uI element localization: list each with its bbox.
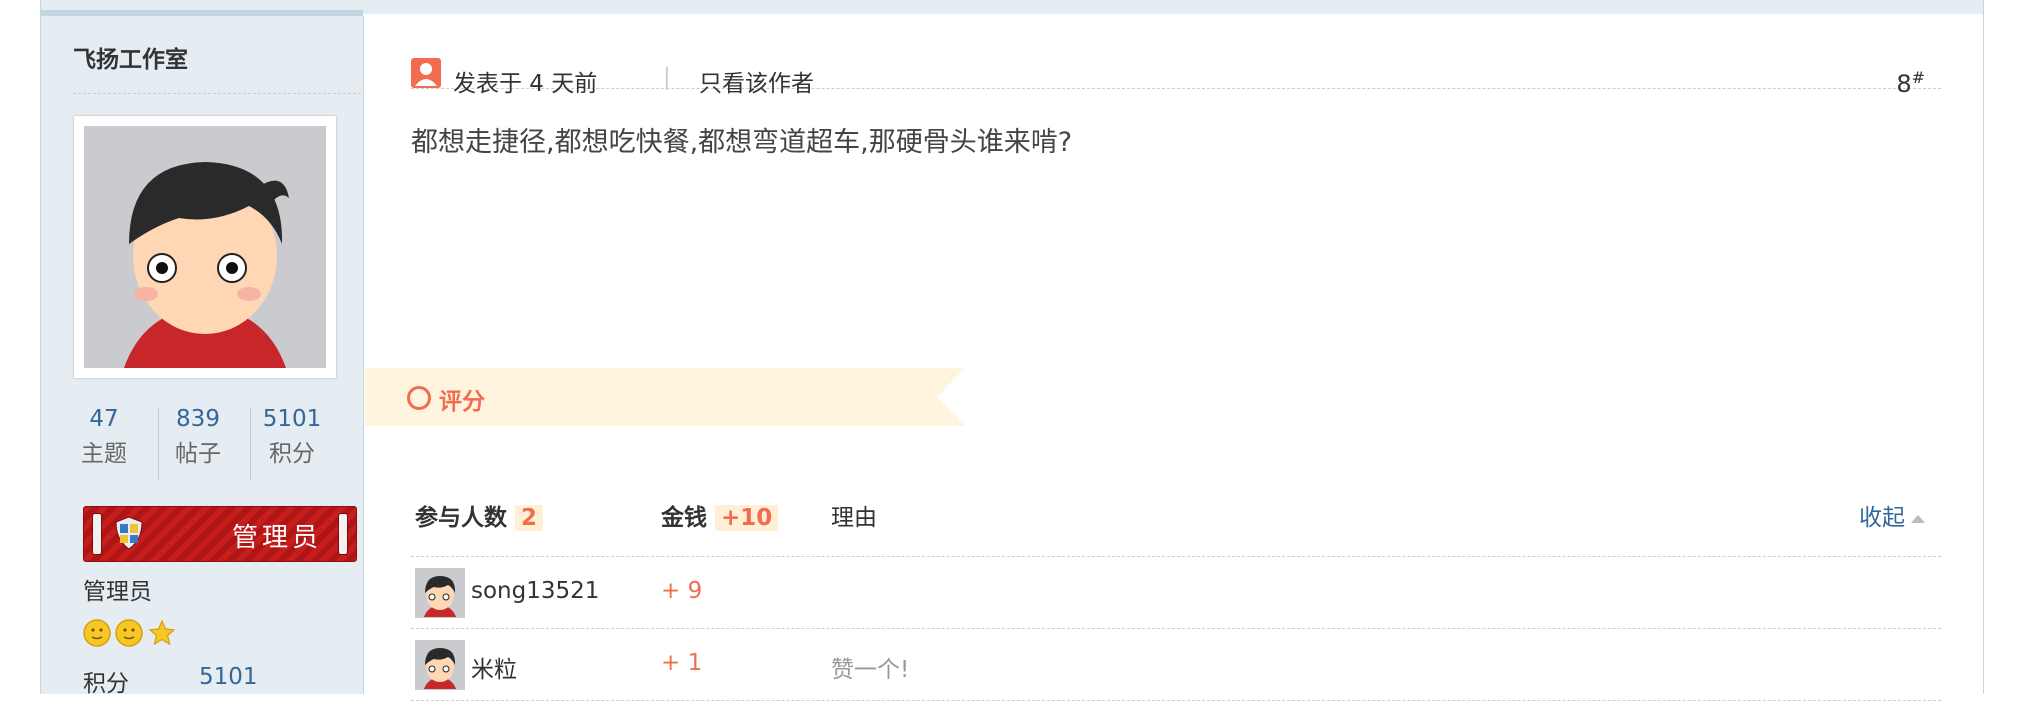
only-author-link[interactable]: 只看该作者 [699, 64, 814, 98]
cartoon-avatar-icon [416, 641, 464, 689]
post-container: 飞扬工作室 47 主题 839 帖子 5101 积分 管理员 管理员 积分 51… [40, 0, 1984, 701]
header-separator: | [663, 64, 671, 90]
floor-number[interactable]: 8# [1896, 68, 1925, 98]
rating-reason: 赞一个! [831, 657, 910, 683]
rating-title: 评分 [439, 389, 485, 415]
floor-mark: # [1911, 68, 1925, 87]
rating-circle-icon [407, 386, 431, 410]
rater-avatar[interactable] [415, 568, 465, 618]
badge-right-pill [338, 513, 348, 555]
admin-badge: 管理员 [83, 506, 357, 562]
avatar-image [84, 126, 326, 368]
rating-banner: 评分 [365, 368, 965, 426]
stat-posts-value: 839 [176, 406, 220, 432]
stat-points-label: 积分 [269, 441, 315, 467]
user-group: 管理员 [83, 579, 152, 605]
participants-count: 2 [515, 505, 544, 531]
author-stats: 47 主题 839 帖子 5101 积分 [41, 402, 363, 492]
money-header: 金钱 +10 [661, 498, 779, 532]
reason-header: 理由 [831, 505, 877, 531]
rating-row: song13521 + 9 [411, 556, 1941, 629]
badge-left-pill [92, 513, 102, 555]
rating-row: 米粒 + 1 赞一个! [411, 628, 1941, 701]
post-content: 都想走捷径,都想吃快餐,都想弯道超车,那硬骨头谁来啃? [411, 127, 1073, 158]
author-username[interactable]: 飞扬工作室 [73, 40, 188, 74]
level-icons [83, 619, 176, 647]
author-avatar[interactable] [74, 116, 336, 378]
rating-header-row: 参与人数 2 金钱 +10 理由 收起 [411, 484, 1941, 557]
stat-topics-value: 47 [89, 406, 119, 432]
collapse-label: 收起 [1859, 505, 1905, 531]
user-level-stars [83, 618, 193, 648]
cartoon-avatar-icon [416, 569, 464, 617]
star-icon [148, 619, 176, 646]
cartoon-avatar-icon [84, 126, 326, 368]
participants-header: 参与人数 2 [415, 498, 544, 532]
rater-avatar[interactable] [415, 640, 465, 690]
collapse-button[interactable]: 收起 [1859, 498, 1925, 532]
rater-name[interactable]: 米粒 [471, 650, 517, 684]
stat-points-value: 5101 [262, 406, 322, 432]
sun-icon [115, 619, 143, 647]
author-sidebar: 飞扬工作室 47 主题 839 帖子 5101 积分 管理员 管理员 积分 51… [41, 16, 364, 697]
rater-name[interactable]: song13521 [471, 578, 599, 604]
sun-icon [83, 619, 111, 647]
stat-topics[interactable]: 47 主题 [57, 402, 151, 472]
floor-value: 8 [1896, 70, 1912, 98]
stat-points[interactable]: 5101 积分 [245, 402, 339, 472]
points-value[interactable]: 5101 [199, 664, 258, 690]
badge-label: 管理员 [231, 523, 322, 553]
stat-posts-label: 帖子 [175, 441, 221, 467]
post-main: 发表于 4 天前 | 只看该作者 8# 都想走捷径,都想吃快餐,都想弯道超车,那… [365, 16, 1983, 701]
money-label: 金钱 [661, 505, 707, 531]
stat-posts[interactable]: 839 帖子 [151, 402, 245, 472]
post-time: 发表于 4 天前 [453, 71, 598, 97]
sidebar-divider [73, 93, 361, 94]
stat-topics-label: 主题 [81, 441, 127, 467]
chevron-up-icon [1911, 514, 1925, 523]
author-online-icon [411, 58, 441, 88]
rating-amount: + 9 [661, 578, 703, 604]
rating-amount: + 1 [661, 650, 703, 676]
post-header: 发表于 4 天前 | 只看该作者 8# [411, 40, 1941, 98]
points-label: 积分 [83, 671, 129, 697]
shield-icon [115, 516, 143, 550]
participants-label: 参与人数 [415, 505, 507, 531]
money-total: +10 [715, 505, 779, 531]
